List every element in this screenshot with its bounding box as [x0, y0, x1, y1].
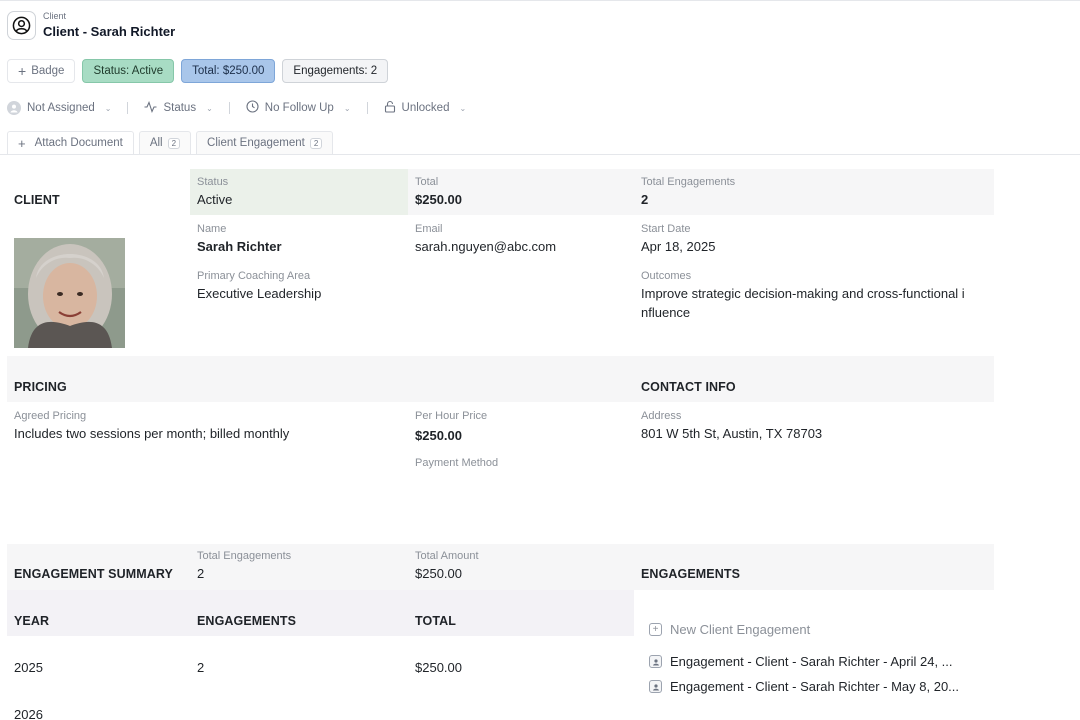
agreed-pricing-value: Includes two sessions per month; billed … — [14, 426, 290, 441]
coaching-area-value: Executive Leadership — [197, 286, 322, 301]
engagements-badge[interactable]: Engagements: 2 — [282, 59, 389, 83]
email-field-label: Email — [415, 223, 443, 235]
engagement-summary-title: ENGAGEMENT SUMMARY — [14, 567, 173, 581]
total-engagements-label: Total Engagements — [641, 176, 736, 188]
user-circle-icon — [7, 11, 36, 40]
tab-all-label: All — [149, 137, 163, 149]
record-icon — [649, 680, 662, 693]
outcomes-label: Outcomes — [641, 270, 692, 282]
table-row-engagements: 2 — [197, 660, 205, 675]
client-section-title: CLIENT — [14, 193, 60, 207]
tab-client-engagement[interactable]: Client Engagement 2 — [196, 131, 334, 154]
chevron-down-icon: ⌄ — [104, 103, 112, 113]
name-field-value: Sarah Richter — [197, 239, 282, 254]
start-date-label: Start Date — [641, 223, 691, 235]
tab-count-badge: 2 — [167, 137, 181, 149]
record-controls: Not Assigned ⌄ Status ⌄ No Follow Up ⌄ U… — [7, 99, 466, 117]
column-header-engagements: ENGAGEMENTS — [197, 614, 297, 628]
record-header: Client Client - Sarah Richter — [0, 0, 1080, 52]
pricing-section-title: PRICING — [14, 380, 67, 394]
status-field-label: Status — [197, 176, 229, 188]
status-badge[interactable]: Status: Active — [82, 59, 175, 83]
outcomes-value-line2: nfluence — [641, 305, 691, 320]
follow-up-label: No Follow Up — [264, 102, 334, 114]
lock-dropdown[interactable]: Unlocked ⌄ — [384, 99, 467, 117]
summary-total-engagements-value: 2 — [197, 566, 205, 581]
add-badge-button[interactable]: + Badge — [7, 59, 76, 83]
column-header-year: YEAR — [14, 614, 50, 628]
plus-icon: + — [18, 135, 26, 151]
engagements-section-title: ENGAGEMENTS — [641, 567, 741, 581]
chevron-down-icon: ⌄ — [459, 103, 467, 113]
assignee-dropdown[interactable]: Not Assigned ⌄ — [7, 99, 111, 117]
total-engagements-value: 2 — [641, 192, 649, 207]
table-row-year: 2025 — [14, 660, 43, 675]
email-field-value[interactable]: sarah.nguyen@abc.com — [415, 239, 556, 254]
engagement-link[interactable]: Engagement - Client - Sarah Richter - Ap… — [649, 654, 953, 669]
divider — [228, 102, 230, 114]
summary-total-amount-value: $250.00 — [415, 566, 462, 581]
new-client-engagement-button[interactable]: + New Client Engagement — [649, 622, 810, 637]
assignee-label: Not Assigned — [27, 102, 95, 114]
attach-document-button[interactable]: + Attach Document — [7, 131, 134, 154]
per-hour-price-label: Per Hour Price — [415, 410, 488, 422]
clock-icon — [246, 100, 259, 116]
record-icon — [649, 655, 662, 668]
unlock-icon — [384, 100, 396, 116]
pricing-header-bg — [7, 356, 994, 402]
agreed-pricing-label: Agreed Pricing — [14, 410, 87, 422]
engagement-link-label: Engagement - Client - Sarah Richter - Ma… — [670, 679, 960, 694]
status-dropdown[interactable]: Status ⌄ — [144, 99, 213, 117]
total-badge[interactable]: Total: $250.00 — [181, 59, 276, 83]
attach-document-label: Attach Document — [34, 137, 123, 149]
payment-method-label: Payment Method — [415, 457, 499, 469]
record-type-label: Client — [43, 11, 67, 21]
activity-icon — [144, 100, 157, 116]
user-avatar-icon — [7, 101, 21, 115]
name-field-label: Name — [197, 223, 227, 235]
add-badge-label: Badge — [31, 65, 65, 77]
address-value: 801 W 5th St, Austin, TX 78703 — [641, 426, 823, 441]
client-photo — [14, 238, 125, 348]
status-label: Status — [163, 102, 197, 114]
divider — [366, 102, 368, 114]
tabs-divider — [0, 154, 1080, 155]
add-square-icon: + — [649, 623, 662, 636]
table-row-year: 2026 — [14, 707, 43, 720]
summary-total-amount-label: Total Amount — [415, 550, 479, 562]
follow-up-dropdown[interactable]: No Follow Up ⌄ — [246, 99, 351, 117]
summary-total-engagements-label: Total Engagements — [197, 550, 292, 562]
status-field-value[interactable]: Active — [197, 192, 232, 207]
outcomes-value-line1: Improve strategic decision-making and cr… — [641, 286, 965, 301]
page-title: Client - Sarah Richter — [43, 24, 176, 39]
table-row-total: $250.00 — [415, 660, 462, 675]
total-field-label: Total — [415, 176, 439, 188]
plus-icon: + — [18, 63, 27, 79]
engagement-link[interactable]: Engagement - Client - Sarah Richter - Ma… — [649, 679, 959, 694]
start-date-value: Apr 18, 2025 — [641, 239, 716, 254]
column-header-total: TOTAL — [415, 614, 457, 628]
coaching-area-label: Primary Coaching Area — [197, 270, 311, 282]
badge-bar: + Badge Status: Active Total: $250.00 En… — [7, 59, 389, 83]
engagement-link-label: Engagement - Client - Sarah Richter - Ap… — [670, 654, 953, 669]
total-field-value: $250.00 — [415, 192, 462, 207]
tab-bar: + Attach Document All 2 Client Engagemen… — [7, 131, 334, 154]
chevron-down-icon: ⌄ — [206, 103, 213, 113]
lock-label: Unlocked — [401, 102, 450, 114]
tab-all[interactable]: All 2 — [138, 131, 192, 154]
chevron-down-icon: ⌄ — [343, 103, 351, 113]
table-header-bg — [7, 590, 634, 636]
per-hour-price-value: $250.00 — [415, 428, 462, 443]
tab-client-engagement-label: Client Engagement — [207, 137, 305, 149]
divider — [127, 102, 129, 114]
contact-section-title: CONTACT INFO — [641, 380, 736, 394]
address-label: Address — [641, 410, 682, 422]
new-client-engagement-label: New Client Engagement — [670, 622, 811, 637]
tab-count-badge: 2 — [309, 137, 323, 149]
